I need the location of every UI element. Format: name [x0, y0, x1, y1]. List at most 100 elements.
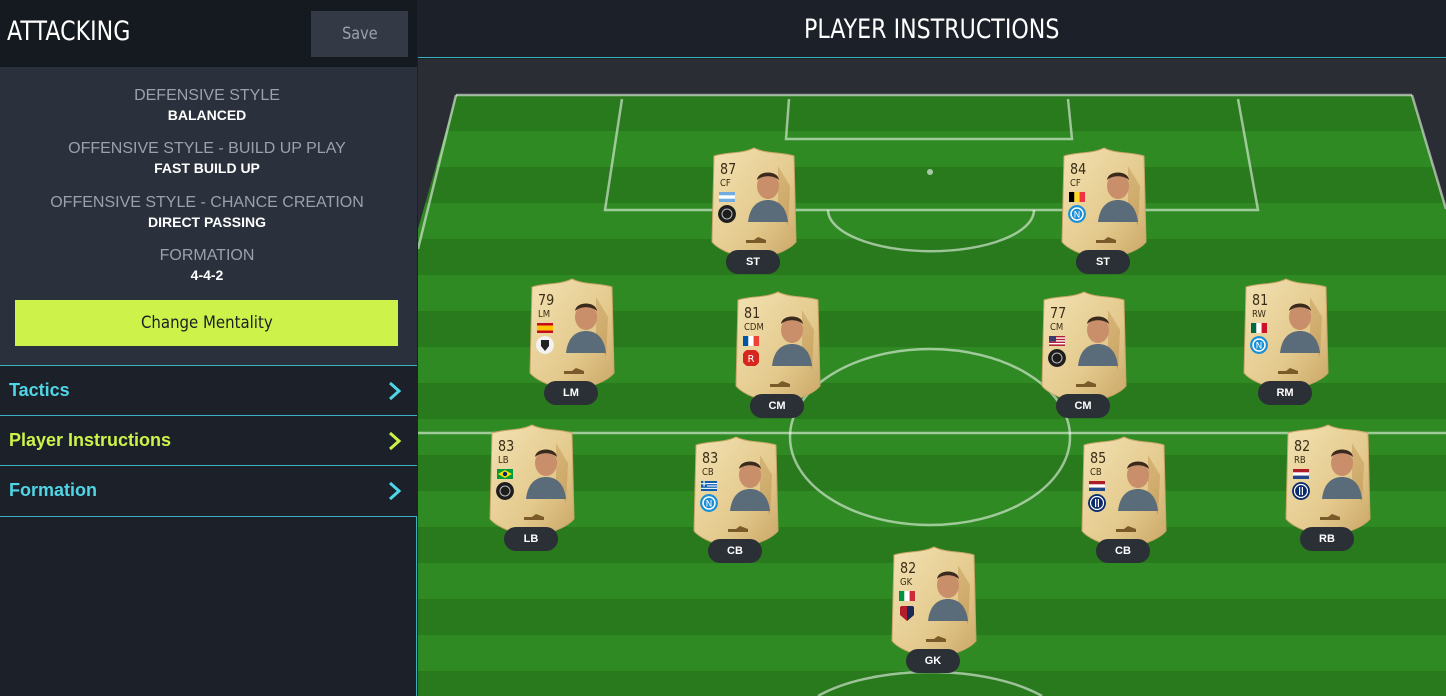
player-card-cb[interactable]: 85 CB CB	[1078, 435, 1170, 563]
nation-flag-icon	[743, 336, 759, 346]
player-card-cm[interactable]: 77 CM CM	[1038, 290, 1130, 418]
nation-flag-icon	[537, 323, 553, 333]
player-card-lb[interactable]: 83 LB LB	[486, 423, 578, 551]
nav-item-label: Tactics	[9, 380, 70, 400]
player-position: CB	[702, 467, 714, 478]
build-up-label: OFFENSIVE STYLE - BUILD UP PLAY	[68, 140, 346, 157]
chance-creation-value: DIRECT PASSING	[148, 214, 266, 230]
slot-position-badge: LM	[544, 381, 598, 405]
player-rating: 82	[1294, 437, 1311, 455]
nation-flag-icon	[701, 481, 717, 491]
player-portrait	[566, 303, 606, 353]
svg-text:N: N	[1256, 342, 1263, 352]
club-badge-icon: R	[743, 350, 759, 366]
player-card-lm[interactable]: 79 LM LM	[526, 277, 618, 405]
player-position: CM	[1050, 322, 1064, 333]
mentality-title: ATTACKING	[7, 16, 131, 47]
svg-text:N: N	[1074, 211, 1081, 221]
nation-flag-icon	[1049, 336, 1065, 346]
player-rating: 79	[538, 291, 555, 309]
player-rating: 87	[720, 160, 737, 178]
player-position: RW	[1252, 309, 1266, 320]
player-position: GK	[900, 577, 913, 588]
nation-flag-icon	[497, 469, 513, 479]
slot-position-badge: RB	[1300, 527, 1354, 551]
save-button[interactable]: Save	[311, 11, 408, 57]
nav-item-formation[interactable]: Formation	[0, 465, 417, 517]
nav-item-player-instructions[interactable]: Player Instructions	[0, 415, 417, 465]
boot-icon	[1096, 237, 1116, 243]
nation-flag-icon	[1251, 323, 1267, 333]
club-badge-icon	[1048, 349, 1066, 367]
chevron-right-icon	[389, 481, 402, 501]
slot-position-badge: CB	[708, 539, 762, 563]
player-position: CB	[1090, 467, 1102, 478]
player-rating: 82	[900, 559, 917, 577]
nav-item-label: Formation	[9, 480, 97, 500]
player-portrait	[1280, 303, 1320, 353]
club-badge-icon	[1292, 482, 1310, 500]
svg-text:R: R	[748, 354, 755, 365]
club-badge-icon	[536, 336, 554, 354]
slot-position-badge: LB	[504, 527, 558, 551]
player-position: LB	[498, 455, 509, 466]
chevron-right-icon	[389, 431, 402, 451]
player-card-rm[interactable]: 81 RW N RM	[1240, 277, 1332, 405]
player-portrait	[928, 571, 968, 621]
change-mentality-button[interactable]: Change Mentality	[15, 300, 398, 346]
formation-label: FORMATION	[159, 247, 255, 264]
slot-position-badge: CM	[750, 394, 804, 418]
player-rating: 77	[1050, 304, 1067, 322]
nation-flag-icon	[1293, 469, 1309, 479]
slot-position-badge: CM	[1056, 394, 1110, 418]
player-portrait	[1118, 461, 1158, 511]
boot-icon	[926, 636, 946, 642]
player-card-cb[interactable]: 83 CB N CB	[690, 435, 782, 563]
save-button-label: Save	[341, 24, 378, 44]
pitch: 87 CF ST 84 CF N ST 79 LM LM 81 CDM R CM 77 CM CM 81 RW N RM…	[418, 59, 1446, 696]
page-header: PLAYER INSTRUCTIONS	[418, 0, 1446, 58]
player-portrait	[730, 461, 770, 511]
player-position: LM	[538, 309, 551, 320]
slot-position-badge: GK	[906, 649, 960, 673]
player-card-rb[interactable]: 82 RB RB	[1282, 423, 1374, 551]
player-rating: 81	[1252, 291, 1269, 309]
player-card-st[interactable]: 84 CF N ST	[1058, 146, 1150, 274]
boot-icon	[746, 237, 766, 243]
boot-icon	[564, 368, 584, 374]
player-card-cm[interactable]: 81 CDM R CM	[732, 290, 824, 418]
build-up-value: FAST BUILD UP	[154, 160, 260, 176]
club-badge-icon	[496, 482, 514, 500]
boot-icon	[728, 526, 748, 532]
svg-text:N: N	[706, 500, 713, 510]
page-title-text: PLAYER INSTRUCTIONS	[804, 14, 1060, 45]
chevron-right-icon	[389, 381, 402, 401]
club-badge-icon: N	[1250, 336, 1268, 354]
defensive-style-value: BALANCED	[167, 107, 247, 123]
mentality-header: ATTACKING Save	[0, 0, 417, 67]
player-portrait	[526, 449, 566, 499]
nation-flag-icon	[899, 591, 915, 601]
formation-value: 4-4-2	[190, 267, 224, 283]
slot-position-badge: ST	[1076, 250, 1130, 274]
nation-flag-icon	[1069, 192, 1085, 202]
nation-flag-icon	[1089, 481, 1105, 491]
player-card-st[interactable]: 87 CF ST	[708, 146, 800, 274]
club-badge-icon: N	[700, 494, 718, 512]
player-position: RB	[1294, 455, 1306, 466]
chance-creation-label: OFFENSIVE STYLE - CHANCE CREATION	[50, 194, 364, 211]
player-card-gk[interactable]: 82 GK GK	[888, 545, 980, 673]
nav-item-tactics[interactable]: Tactics	[0, 365, 417, 415]
club-badge-icon: N	[1068, 205, 1086, 223]
club-badge-icon	[718, 205, 736, 223]
boot-icon	[524, 514, 544, 520]
defensive-style-label: DEFENSIVE STYLE	[134, 87, 280, 104]
boot-icon	[1320, 514, 1340, 520]
player-position: CDM	[744, 322, 764, 333]
left-panel: ATTACKING Save DEFENSIVE STYLE BALANCED …	[0, 0, 417, 696]
page-title: PLAYER INSTRUCTIONS	[418, 14, 1446, 45]
boot-icon	[770, 381, 790, 387]
club-badge-icon	[1088, 494, 1106, 512]
slot-position-badge: RM	[1258, 381, 1312, 405]
player-portrait	[772, 316, 812, 366]
